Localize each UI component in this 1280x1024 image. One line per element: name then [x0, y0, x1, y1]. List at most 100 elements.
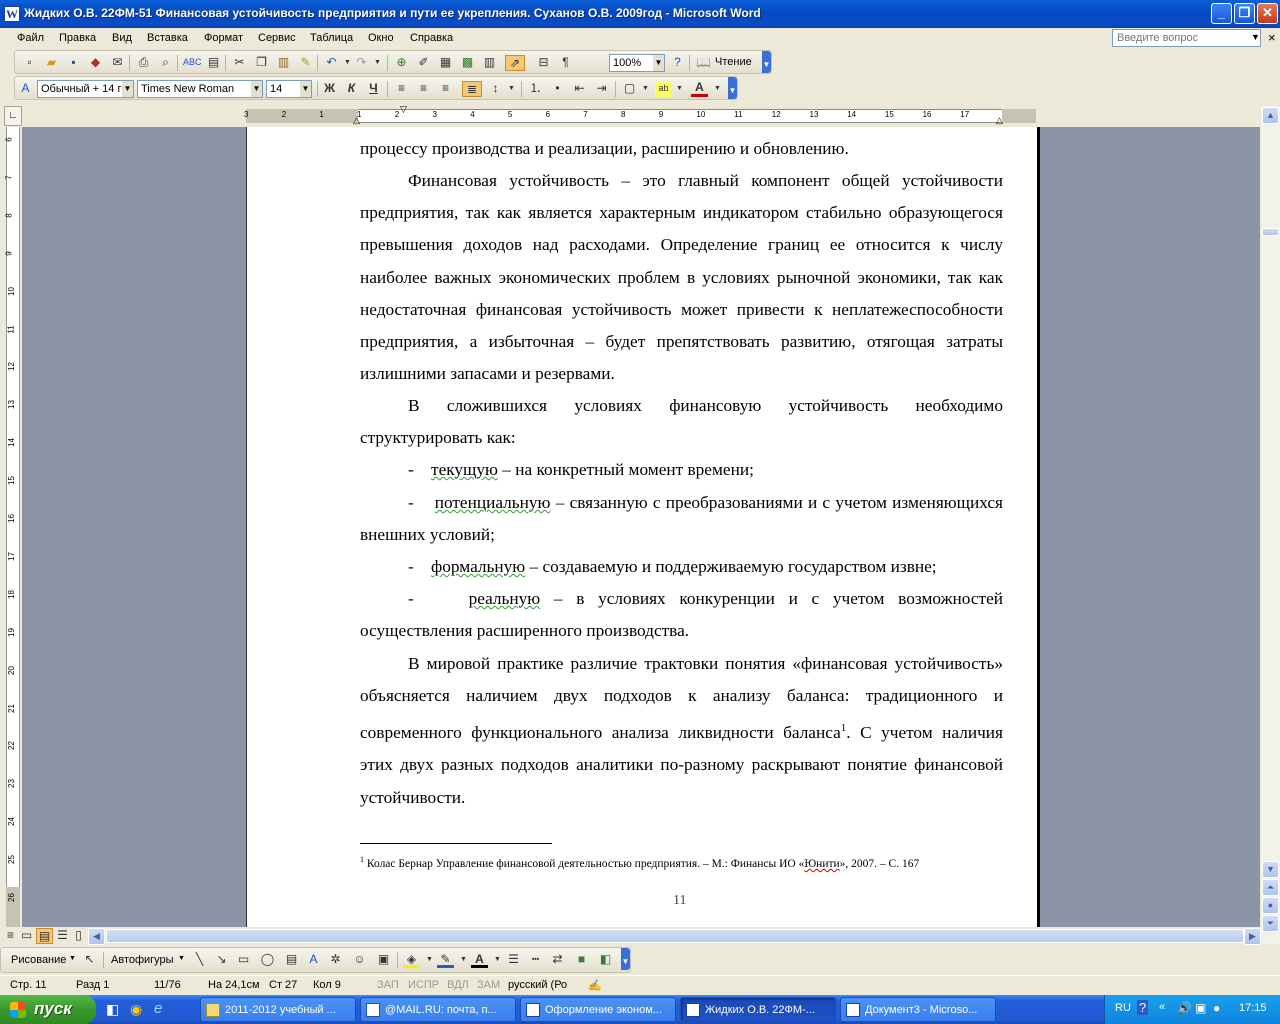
- insert-excel-icon[interactable]: ▩: [459, 55, 476, 71]
- chevron-down-icon[interactable]: ▼: [653, 55, 664, 71]
- browse-object-button[interactable]: ●: [1262, 897, 1279, 914]
- toolbar-options-icon[interactable]: ▼: [621, 948, 630, 970]
- drawing-menu[interactable]: Рисование: [11, 954, 66, 966]
- highlight-icon[interactable]: ab: [655, 81, 672, 97]
- oval-icon[interactable]: ◯: [259, 952, 276, 968]
- normal-view-icon[interactable]: ≡: [2, 928, 19, 944]
- toolbar-options-icon[interactable]: ▼: [728, 77, 737, 99]
- dash-style-icon[interactable]: ┅: [527, 952, 544, 968]
- scroll-down-button[interactable]: ▼: [1262, 861, 1279, 878]
- toolbar-options-icon[interactable]: ▼: [762, 51, 771, 73]
- maximize-button[interactable]: ❐: [1234, 3, 1255, 24]
- status-overtype[interactable]: ЗАМ: [477, 979, 500, 991]
- chevron-down-icon[interactable]: ▼: [300, 81, 311, 97]
- help-tray-icon[interactable]: ?: [1137, 1000, 1149, 1015]
- tables-borders-icon[interactable]: ✐: [415, 55, 432, 71]
- font-color-dropdown-icon[interactable]: ▼: [489, 952, 506, 968]
- taskbar-item[interactable]: Документ3 - Microso...: [840, 997, 996, 1022]
- reading-layout-icon[interactable]: 📖: [695, 55, 712, 71]
- paste-icon[interactable]: ▥: [275, 55, 292, 71]
- shadow-icon[interactable]: ■: [573, 952, 590, 968]
- close-document-icon[interactable]: ×: [1268, 30, 1276, 45]
- font-color-icon[interactable]: A: [471, 952, 488, 968]
- spelling-icon[interactable]: ABC: [183, 55, 202, 71]
- decrease-indent-icon[interactable]: ⇤: [571, 81, 588, 97]
- arrow-style-icon[interactable]: ⇄: [549, 952, 566, 968]
- bold-button[interactable]: Ж: [321, 81, 338, 97]
- word-app-icon[interactable]: W: [4, 6, 20, 22]
- font-combo[interactable]: Times New Roman ▼: [137, 80, 263, 98]
- right-indent-marker[interactable]: △: [996, 115, 1003, 126]
- copy-icon[interactable]: ❐: [253, 55, 270, 71]
- show-hide-icon[interactable]: ¶: [557, 55, 574, 71]
- menu-insert[interactable]: Вставка: [147, 32, 188, 44]
- select-objects-icon[interactable]: ↖: [81, 952, 98, 968]
- zoom-combo[interactable]: 100% ▼: [609, 54, 665, 72]
- cut-icon[interactable]: ✂: [231, 55, 248, 71]
- status-track-changes[interactable]: ИСПР: [408, 979, 439, 991]
- next-page-button[interactable]: ⏷: [1262, 915, 1279, 932]
- horizontal-ruler[interactable]: ∟ 3 2 1 1 2 3 4 5 6 7 8 9 10 11 12 13 14 15 16 17 ▽ △ △: [4, 104, 1260, 126]
- reading-label[interactable]: Чтение: [715, 56, 752, 68]
- fill-color-dropdown-icon[interactable]: ▼: [421, 952, 438, 968]
- align-right-icon[interactable]: ≡: [437, 81, 454, 97]
- chevron-left-icon[interactable]: «: [1159, 1001, 1165, 1013]
- new-document-icon[interactable]: ▫: [21, 55, 38, 71]
- redo-dropdown-icon[interactable]: ▼: [369, 55, 386, 71]
- horizontal-scroll-thumb[interactable]: [106, 929, 1244, 943]
- spelling-status-icon[interactable]: ✍: [588, 979, 602, 992]
- wordart-icon[interactable]: A: [305, 952, 322, 968]
- minimize-button[interactable]: _: [1211, 3, 1232, 24]
- numbering-icon[interactable]: ⒈: [527, 81, 544, 97]
- network-icon[interactable]: ▣: [1195, 1001, 1206, 1015]
- fill-color-icon[interactable]: ◈: [403, 952, 420, 968]
- tab-selector-icon[interactable]: ∟: [4, 106, 22, 126]
- undo-icon[interactable]: ↶: [323, 55, 340, 71]
- menu-help[interactable]: Справка: [410, 32, 453, 44]
- line-spacing-dropdown-icon[interactable]: ▼: [503, 81, 520, 97]
- insert-table-icon[interactable]: ▦: [437, 55, 454, 71]
- status-extend[interactable]: ВДЛ: [447, 979, 469, 991]
- line-spacing-icon[interactable]: ↕: [487, 81, 504, 97]
- browser-icon[interactable]: ◉: [130, 1001, 142, 1018]
- permission-icon[interactable]: ◆: [87, 55, 104, 71]
- document-map-icon[interactable]: ⊟: [535, 55, 552, 71]
- start-button[interactable]: пуск: [0, 995, 96, 1024]
- taskbar-item[interactable]: 2011-2012 учебный ...: [200, 997, 356, 1022]
- language-indicator[interactable]: RU: [1115, 1002, 1131, 1014]
- menu-file[interactable]: Файл: [17, 32, 44, 44]
- borders-dropdown-icon[interactable]: ▼: [637, 81, 654, 97]
- align-center-icon[interactable]: ≡: [415, 81, 432, 97]
- font-color-icon[interactable]: A: [691, 81, 708, 97]
- ask-question-input[interactable]: Введите вопрос: [1112, 29, 1261, 47]
- line-color-dropdown-icon[interactable]: ▼: [455, 952, 472, 968]
- vertical-scrollbar[interactable]: ▲ ▼ ⏶ ● ⏷: [1261, 106, 1280, 944]
- research-icon[interactable]: ▤: [205, 55, 222, 71]
- drawing-toggle-icon[interactable]: ⇗: [505, 55, 525, 71]
- align-left-icon[interactable]: ≡: [393, 81, 410, 97]
- styles-icon[interactable]: A: [17, 81, 34, 97]
- show-desktop-icon[interactable]: ◧: [106, 1001, 119, 1018]
- italic-button[interactable]: К: [343, 81, 360, 97]
- hyperlink-icon[interactable]: ⊕: [393, 55, 410, 71]
- format-painter-icon[interactable]: ✎: [297, 55, 314, 71]
- 3d-icon[interactable]: ◧: [597, 952, 614, 968]
- line-color-icon[interactable]: ✎: [437, 952, 454, 968]
- ask-dropdown-icon[interactable]: ▼: [1251, 32, 1260, 42]
- save-icon[interactable]: ▪: [65, 55, 82, 71]
- menu-format[interactable]: Формат: [204, 32, 243, 44]
- font-size-combo[interactable]: 14 ▼: [266, 80, 312, 98]
- print-preview-icon[interactable]: ⌕: [157, 55, 174, 71]
- menu-tools[interactable]: Сервис: [258, 32, 296, 44]
- diagram-icon[interactable]: ✲: [327, 952, 344, 968]
- redo-icon[interactable]: ↷: [353, 55, 370, 71]
- scroll-right-button[interactable]: ▶: [1244, 928, 1261, 945]
- bullets-icon[interactable]: •: [549, 81, 566, 97]
- menu-window[interactable]: Окно: [368, 32, 394, 44]
- scroll-left-button[interactable]: ◀: [88, 928, 105, 945]
- email-icon[interactable]: ✉: [109, 55, 126, 71]
- chevron-down-icon[interactable]: ▼: [122, 81, 133, 97]
- scroll-up-button[interactable]: ▲: [1262, 107, 1279, 124]
- justify-icon[interactable]: ≣: [462, 81, 482, 97]
- autoshapes-menu[interactable]: Автофигуры: [111, 954, 174, 966]
